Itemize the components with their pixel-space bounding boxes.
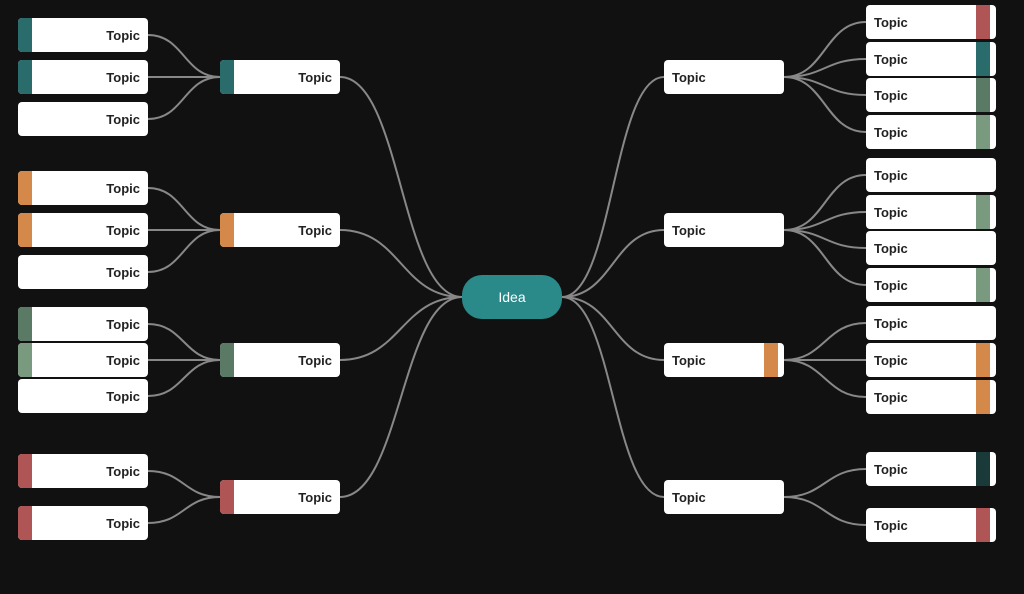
topic-box: Topic bbox=[866, 380, 996, 414]
topic-box: Topic bbox=[866, 78, 996, 112]
topic-box: Topic bbox=[18, 307, 148, 341]
topic-box: Topic bbox=[664, 480, 784, 514]
center-label: Idea bbox=[498, 289, 525, 305]
topic-box: Topic bbox=[866, 158, 996, 192]
topic-box: Topic bbox=[18, 171, 148, 205]
center-node: Idea bbox=[462, 275, 562, 319]
topic-box: Topic bbox=[664, 213, 784, 247]
topic-box: Topic bbox=[866, 268, 996, 302]
topic-box: Topic bbox=[18, 255, 148, 289]
topic-box: Topic bbox=[866, 508, 996, 542]
topic-box: Topic bbox=[866, 42, 996, 76]
topic-box: Topic bbox=[18, 506, 148, 540]
topic-box: Topic bbox=[18, 18, 148, 52]
topic-box: Topic bbox=[18, 60, 148, 94]
topic-box: Topic bbox=[18, 454, 148, 488]
topic-box: Topic bbox=[866, 452, 996, 486]
topic-box: Topic bbox=[220, 60, 340, 94]
topic-box: Topic bbox=[866, 343, 996, 377]
topic-box: Topic bbox=[664, 60, 784, 94]
topic-box: Topic bbox=[18, 343, 148, 377]
topic-box: Topic bbox=[866, 5, 996, 39]
topic-box: Topic bbox=[866, 231, 996, 265]
topic-box: Topic bbox=[220, 343, 340, 377]
topic-box: Topic bbox=[18, 379, 148, 413]
topic-box: Topic bbox=[18, 213, 148, 247]
topic-box: Topic bbox=[664, 343, 784, 377]
topic-box: Topic bbox=[220, 480, 340, 514]
topic-box: Topic bbox=[220, 213, 340, 247]
topic-box: Topic bbox=[866, 195, 996, 229]
topic-box: Topic bbox=[866, 306, 996, 340]
topic-box: Topic bbox=[18, 102, 148, 136]
topic-box: Topic bbox=[866, 115, 996, 149]
